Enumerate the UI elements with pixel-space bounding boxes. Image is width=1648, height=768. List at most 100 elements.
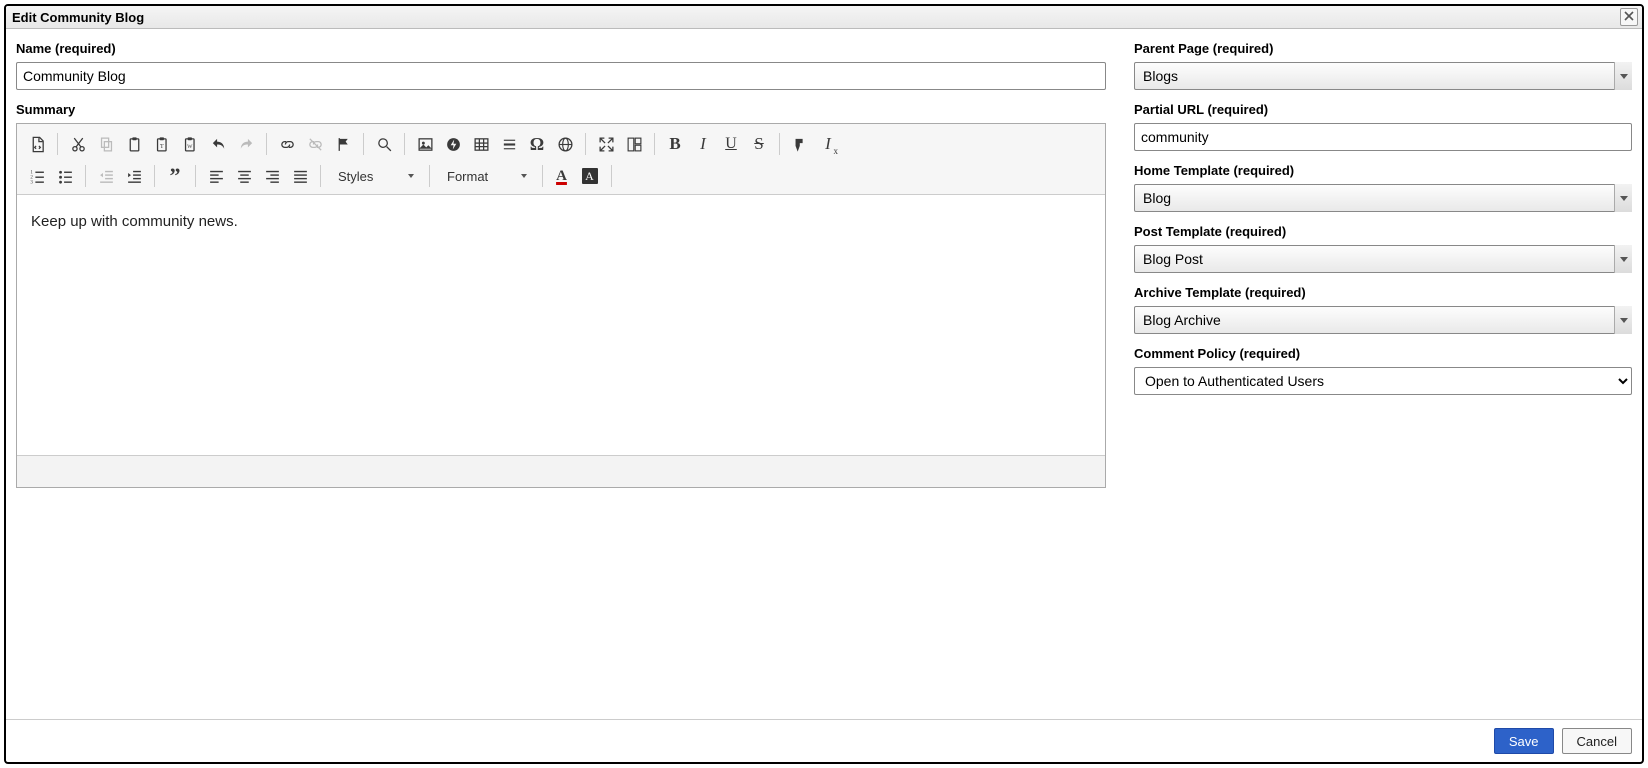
caret-down-icon	[1614, 184, 1632, 212]
svg-text:3: 3	[30, 180, 33, 184]
underline-icon[interactable]: U	[717, 130, 745, 158]
separator	[585, 133, 586, 155]
post-template-select[interactable]: Blog Post	[1134, 245, 1632, 273]
titlebar: Edit Community Blog	[6, 6, 1642, 29]
link-icon[interactable]	[273, 130, 301, 158]
blockquote-icon[interactable]: ”	[161, 162, 189, 190]
rich-text-editor: T W	[16, 123, 1106, 488]
styles-label: Styles	[338, 169, 373, 184]
flash-icon[interactable]	[439, 130, 467, 158]
parent-page-select[interactable]: Blogs	[1134, 62, 1632, 90]
align-justify-icon[interactable]	[286, 162, 314, 190]
archive-template-label: Archive Template (required)	[1134, 285, 1632, 300]
image-icon[interactable]	[411, 130, 439, 158]
name-label: Name (required)	[16, 41, 1106, 56]
paste-icon[interactable]	[120, 130, 148, 158]
separator	[654, 133, 655, 155]
italic-icon[interactable]: I	[689, 130, 717, 158]
strike-icon[interactable]: S	[745, 130, 773, 158]
home-template-field: Home Template (required) Blog	[1134, 163, 1632, 212]
name-input[interactable]	[16, 62, 1106, 90]
svg-text:1: 1	[30, 170, 33, 175]
post-template-value: Blog Post	[1143, 251, 1203, 267]
parent-page-label: Parent Page (required)	[1134, 41, 1632, 56]
align-right-icon[interactable]	[258, 162, 286, 190]
left-column: Name (required) Summary T	[16, 41, 1106, 709]
separator	[320, 165, 321, 187]
summary-label: Summary	[16, 102, 1106, 117]
parent-page-field: Parent Page (required) Blogs	[1134, 41, 1632, 90]
paste-word-icon[interactable]: W	[176, 130, 204, 158]
maximize-icon[interactable]	[592, 130, 620, 158]
ordered-list-icon[interactable]: 123	[23, 162, 51, 190]
align-center-icon[interactable]	[230, 162, 258, 190]
dialog-content: Name (required) Summary T	[6, 29, 1642, 719]
caret-down-icon	[521, 174, 527, 178]
dialog: Edit Community Blog Name (required) Summ…	[4, 4, 1644, 764]
format-dropdown[interactable]: Format	[436, 163, 536, 189]
show-blocks-icon[interactable]	[620, 130, 648, 158]
separator	[57, 133, 58, 155]
dialog-title: Edit Community Blog	[12, 10, 144, 25]
caret-down-icon	[1614, 245, 1632, 273]
partial-url-field: Partial URL (required)	[1134, 102, 1632, 151]
post-template-field: Post Template (required) Blog Post	[1134, 224, 1632, 273]
unlink-icon[interactable]	[301, 130, 329, 158]
separator	[611, 165, 612, 187]
archive-template-value: Blog Archive	[1143, 312, 1221, 328]
editor-footer	[17, 455, 1105, 487]
source-icon[interactable]	[23, 130, 51, 158]
toolbar-row-1: T W	[23, 130, 1099, 158]
separator	[154, 165, 155, 187]
paste-text-icon[interactable]: T	[148, 130, 176, 158]
undo-icon[interactable]	[204, 130, 232, 158]
comment-policy-select[interactable]: Open to Authenticated Users	[1134, 367, 1632, 395]
editor-body[interactable]: Keep up with community news.	[17, 195, 1105, 455]
cut-icon[interactable]	[64, 130, 92, 158]
align-left-icon[interactable]	[202, 162, 230, 190]
svg-text:2: 2	[30, 175, 33, 180]
horizontal-rule-icon[interactable]	[495, 130, 523, 158]
separator	[542, 165, 543, 187]
anchor-flag-icon[interactable]	[329, 130, 357, 158]
editor-toolbar: T W	[17, 124, 1105, 195]
separator	[363, 133, 364, 155]
close-button[interactable]	[1620, 8, 1638, 26]
comment-policy-field: Comment Policy (required) Open to Authen…	[1134, 346, 1632, 395]
iframe-globe-icon[interactable]	[551, 130, 579, 158]
copy-formatting-icon[interactable]	[786, 130, 814, 158]
caret-down-icon	[1614, 62, 1632, 90]
home-template-value: Blog	[1143, 190, 1171, 206]
bg-color-icon[interactable]: A	[577, 162, 605, 190]
archive-template-select[interactable]: Blog Archive	[1134, 306, 1632, 334]
svg-text:T: T	[159, 143, 163, 150]
caret-down-icon	[1614, 306, 1632, 334]
outdent-icon[interactable]	[92, 162, 120, 190]
caret-down-icon	[408, 174, 414, 178]
post-template-label: Post Template (required)	[1134, 224, 1632, 239]
home-template-select[interactable]: Blog	[1134, 184, 1632, 212]
format-label: Format	[447, 169, 488, 184]
copy-icon[interactable]	[92, 130, 120, 158]
unordered-list-icon[interactable]	[51, 162, 79, 190]
cancel-button[interactable]: Cancel	[1562, 728, 1632, 754]
indent-icon[interactable]	[120, 162, 148, 190]
find-icon[interactable]	[370, 130, 398, 158]
separator	[266, 133, 267, 155]
remove-format-icon[interactable]: Ix	[814, 130, 842, 158]
home-template-label: Home Template (required)	[1134, 163, 1632, 178]
parent-page-value: Blogs	[1143, 68, 1178, 84]
name-field: Name (required)	[16, 41, 1106, 90]
partial-url-label: Partial URL (required)	[1134, 102, 1632, 117]
table-icon[interactable]	[467, 130, 495, 158]
save-button[interactable]: Save	[1494, 728, 1554, 754]
bold-icon[interactable]: B	[661, 130, 689, 158]
partial-url-input[interactable]	[1134, 123, 1632, 151]
separator	[195, 165, 196, 187]
text-color-icon[interactable]: A	[549, 162, 577, 190]
redo-icon[interactable]	[232, 130, 260, 158]
separator	[429, 165, 430, 187]
special-char-icon[interactable]: Ω	[523, 130, 551, 158]
styles-dropdown[interactable]: Styles	[327, 163, 423, 189]
toolbar-row-2: 123 ”	[23, 162, 1099, 190]
